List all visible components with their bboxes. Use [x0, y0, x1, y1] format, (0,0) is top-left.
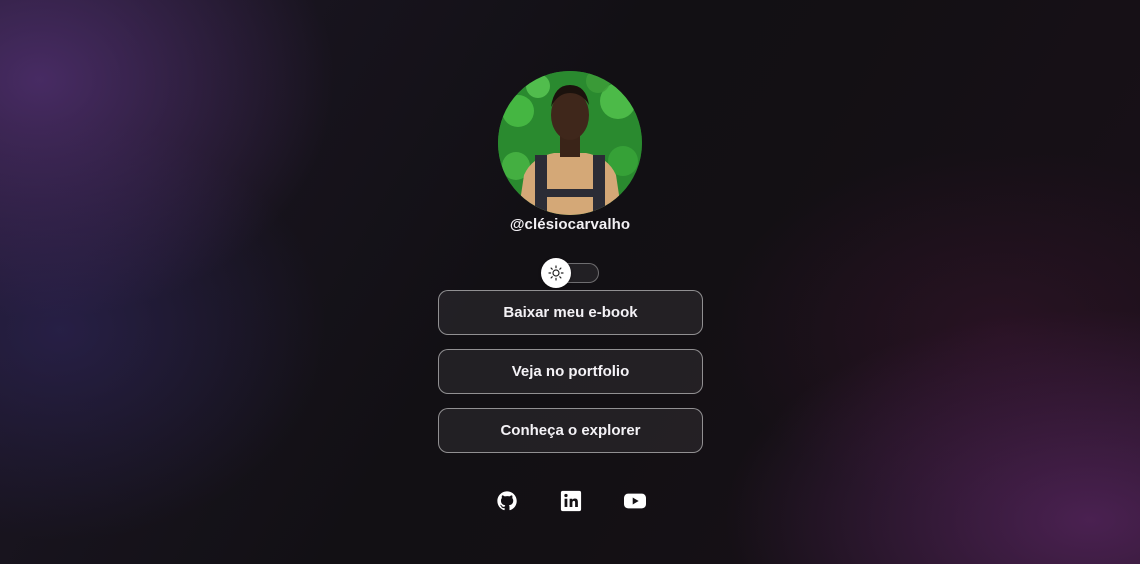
theme-toggle-knob[interactable] [541, 258, 571, 288]
avatar [498, 71, 642, 215]
youtube-link[interactable] [622, 488, 648, 514]
youtube-icon [624, 493, 646, 509]
link-button-portfolio[interactable]: Veja no portfolio [438, 349, 703, 394]
linkedin-link[interactable] [558, 488, 584, 514]
linkedin-icon [560, 490, 582, 512]
social-links [494, 488, 652, 514]
link-button-explorer[interactable]: Conheça o explorer [438, 408, 703, 453]
link-list: Baixar meu e-book Veja no portfolio Conh… [438, 290, 703, 467]
github-link[interactable] [494, 488, 520, 514]
sun-icon [548, 265, 564, 281]
theme-toggle[interactable] [541, 258, 599, 288]
avatar-photo [498, 71, 642, 215]
profile-handle: @clésiocarvalho [509, 216, 631, 233]
github-icon [497, 491, 517, 511]
profile-card: @clésiocarvalho Baixar meu e-book Veja n… [0, 0, 1140, 564]
link-button-ebook[interactable]: Baixar meu e-book [438, 290, 703, 335]
